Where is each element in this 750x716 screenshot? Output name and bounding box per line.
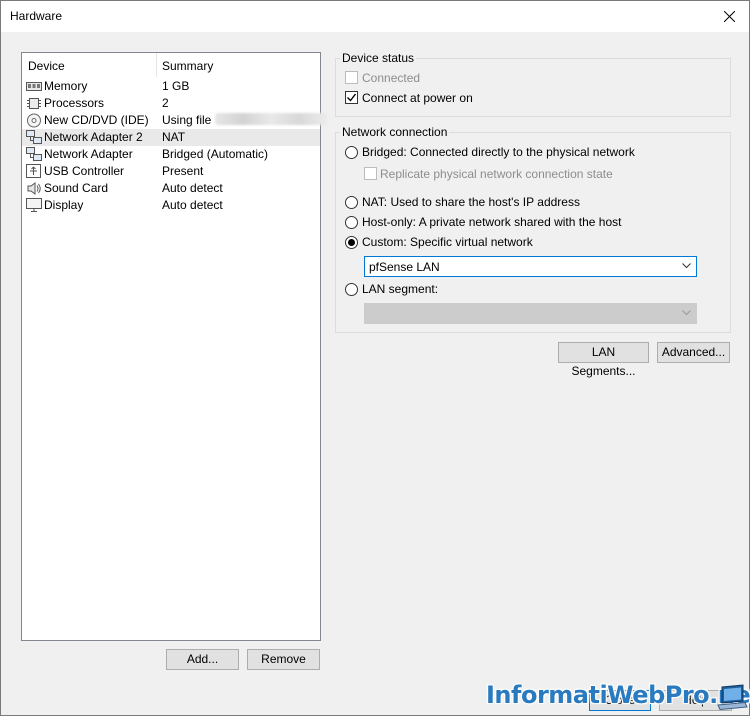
device-name: Processors [44,96,105,110]
device-row-cd-dvd[interactable]: New CD/DVD (IDE) Using file [22,112,328,129]
device-summary: NAT [162,130,186,144]
device-summary: Auto detect [162,181,223,195]
device-name: New CD/DVD (IDE) [44,113,149,127]
list-header: Device Summary [22,53,320,77]
advanced-button[interactable]: Advanced... [657,342,730,363]
monitor-icon [26,198,42,212]
device-summary: Bridged (Automatic) [162,147,269,161]
device-name: Network Adapter 2 [44,130,143,144]
lan-segments-button[interactable]: LAN Segments... [558,342,649,378]
bridged-radio[interactable] [345,146,358,159]
nat-radio[interactable] [345,196,358,209]
device-summary: 1 GB [162,79,190,93]
remove-button[interactable]: Remove [247,649,320,670]
device-name: USB Controller [44,164,125,178]
watermark-text: InformatiWebPro.net [486,681,750,709]
network-adapter-icon [26,130,42,144]
device-row-memory[interactable]: Memory 1 GB [22,78,320,95]
radio-dot [348,239,355,246]
device-name: Network Adapter [44,147,133,161]
device-status-group [335,58,731,117]
connect-at-power-on-label: Connect at power on [362,91,473,105]
speaker-icon [27,182,41,195]
device-summary: 2 [162,96,169,110]
device-list[interactable]: Device Summary Memory 1 GB Processors 2 … [21,52,328,641]
column-header-device[interactable]: Device [28,59,65,73]
device-row-network-adapter[interactable]: Network Adapter Bridged (Automatic) [22,146,320,163]
network-connection-title: Network connection [340,125,450,139]
usb-icon [26,164,41,178]
chevron-down-icon [682,263,691,269]
chevron-down-icon [682,310,691,316]
title-bar: Hardware [1,1,749,32]
laptop-logo-icon [717,684,748,710]
device-row-usb-controller[interactable]: USB Controller Present [22,163,320,180]
custom-network-value: pfSense LAN [369,260,440,274]
replicate-state-checkbox[interactable] [364,167,377,180]
host-only-label: Host-only: A private network shared with… [362,215,622,229]
blurred-file-path [215,113,328,125]
replicate-state-label: Replicate physical network connection st… [380,167,613,181]
bridged-label: Bridged: Connected directly to the physi… [362,145,635,159]
device-row-processors[interactable]: Processors 2 [22,95,320,112]
device-name: Memory [44,79,88,93]
device-status-title: Device status [340,51,417,65]
memory-icon [26,82,42,91]
device-summary: Present [162,164,204,178]
custom-label: Custom: Specific virtual network [362,235,533,249]
processor-icon [27,98,41,109]
connect-at-power-on-checkbox[interactable] [345,91,358,104]
cd-dvd-icon [27,113,41,128]
nat-label: NAT: Used to share the host's IP address [362,195,580,209]
close-icon [723,10,735,22]
custom-network-select[interactable]: pfSense LAN [364,256,697,277]
connected-checkbox[interactable] [345,71,358,84]
device-row-sound-card[interactable]: Sound Card Auto detect [22,180,320,197]
device-row-display[interactable]: Display Auto detect [22,197,320,214]
window-title: Hardware [10,9,63,23]
device-summary: Auto detect [162,198,223,212]
lan-segment-label: LAN segment: [362,282,439,296]
checkmark-icon [347,93,356,102]
column-header-summary[interactable]: Summary [162,59,213,73]
connected-label: Connected [362,71,421,85]
lan-segment-select[interactable] [364,303,697,324]
network-adapter-icon [26,147,42,161]
host-only-radio[interactable] [345,216,358,229]
device-name: Sound Card [44,181,109,195]
lan-segment-radio[interactable] [345,283,358,296]
add-button[interactable]: Add... [166,649,239,670]
device-name: Display [44,198,84,212]
hardware-dialog: Hardware Device Summary Memory 1 GB Proc… [0,0,750,716]
device-summary: Using file [162,113,328,127]
device-row-network-adapter-2[interactable]: Network Adapter 2 NAT [22,129,320,146]
close-window-button[interactable] [709,1,749,31]
column-separator[interactable] [156,53,157,77]
custom-radio[interactable] [345,236,358,249]
